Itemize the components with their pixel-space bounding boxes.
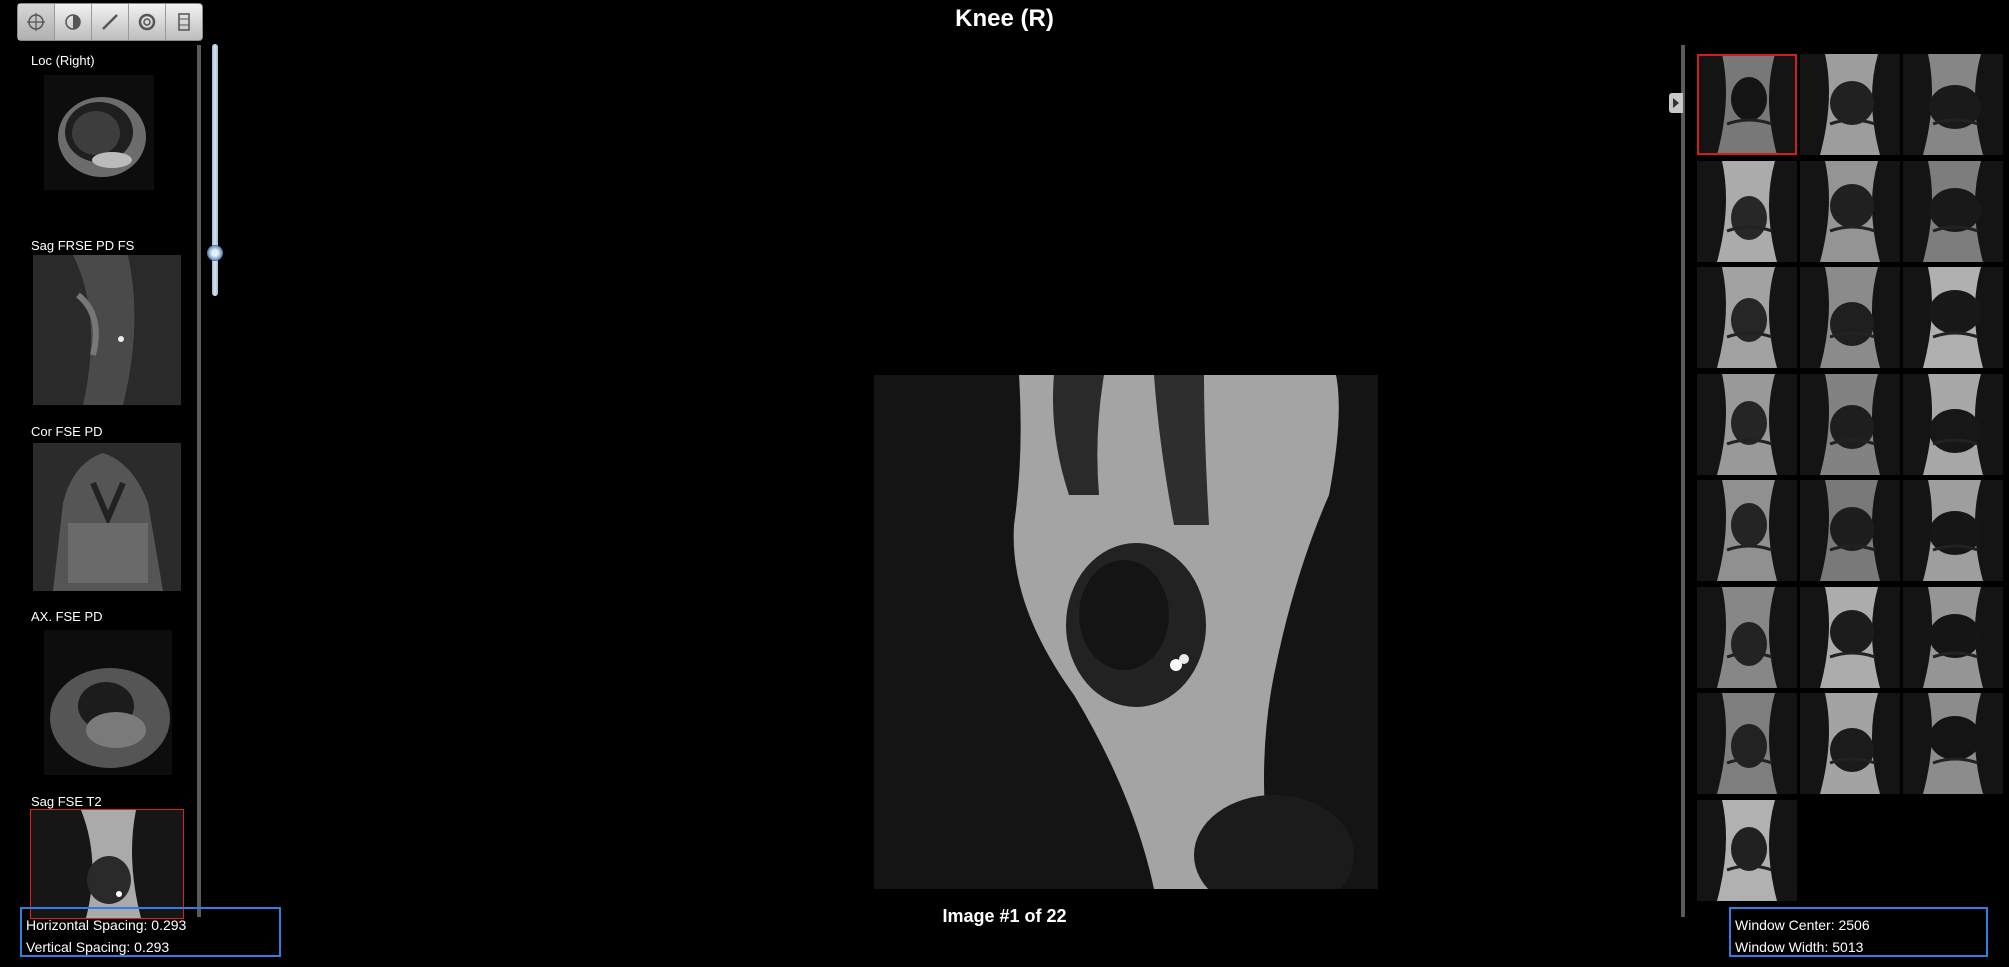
- slice-thumbnail[interactable]: [1800, 374, 1900, 475]
- slice-thumbnail[interactable]: [1903, 267, 2003, 368]
- collapse-panel-tab[interactable]: [1669, 93, 1683, 113]
- series-thumb-sag-fse-t2[interactable]: [30, 809, 184, 919]
- slice-thumbnail[interactable]: [1800, 161, 1900, 262]
- image-slider-handle[interactable]: [207, 245, 223, 261]
- window-center: Window Center: 2506: [1735, 917, 1870, 933]
- series-thumb-ax-fse[interactable]: [44, 630, 172, 775]
- window-info-box: Window Center: 2506 Window Width: 5013: [1729, 907, 1988, 957]
- slice-thumbnail[interactable]: [1697, 587, 1797, 688]
- window-width: Window Width: 5013: [1735, 939, 1864, 955]
- slice-thumbnail[interactable]: [1903, 161, 2003, 262]
- slice-thumbnail[interactable]: [1903, 480, 2003, 581]
- slice-thumbnail[interactable]: [1903, 54, 2003, 155]
- series-label-loc: Loc (Right): [31, 53, 95, 68]
- left-panel-divider[interactable]: [197, 45, 201, 917]
- slice-thumbnail[interactable]: [1800, 693, 1900, 794]
- page-title: Knee (R): [955, 5, 1054, 32]
- vertical-spacing: Vertical Spacing: 0.293: [26, 939, 170, 955]
- chevron-right-icon: [1673, 98, 1679, 108]
- image-index-label: Image #1 of 22: [942, 906, 1067, 926]
- slice-thumbnail[interactable]: [1697, 267, 1797, 368]
- series-label-sag-fse-t2: Sag FSE T2: [31, 794, 102, 809]
- slice-thumbnail[interactable]: [1697, 54, 1797, 155]
- spacing-info-box: Horizontal Spacing: 0.293 Vertical Spaci…: [20, 907, 281, 957]
- series-label-ax-fse: AX. FSE PD: [31, 609, 103, 624]
- slice-thumbnail[interactable]: [1697, 161, 1797, 262]
- series-label-sag-frse: Sag FRSE PD FS: [31, 238, 135, 253]
- slice-thumbnail[interactable]: [1697, 374, 1797, 475]
- slice-thumbnail[interactable]: [1800, 587, 1900, 688]
- series-thumb-loc[interactable]: [44, 75, 154, 190]
- slice-thumbnail[interactable]: [1697, 800, 1797, 901]
- slice-thumbnail[interactable]: [1697, 693, 1797, 794]
- slice-thumbnail[interactable]: [1903, 374, 2003, 475]
- slice-thumbnail[interactable]: [1903, 587, 2003, 688]
- series-thumb-sag-frse[interactable]: [33, 255, 181, 405]
- main-image-viewport[interactable]: [874, 375, 1378, 889]
- right-panel-divider[interactable]: [1681, 45, 1685, 917]
- slice-thumbnail[interactable]: [1800, 54, 1900, 155]
- series-thumb-cor-fse[interactable]: [33, 443, 181, 591]
- slice-thumbnail[interactable]: [1800, 480, 1900, 581]
- series-label-cor-fse: Cor FSE PD: [31, 424, 103, 439]
- slice-thumbnail[interactable]: [1903, 693, 2003, 794]
- slice-thumbnail[interactable]: [1697, 480, 1797, 581]
- slice-thumbnail[interactable]: [1800, 267, 1900, 368]
- horizontal-spacing: Horizontal Spacing: 0.293: [26, 917, 187, 933]
